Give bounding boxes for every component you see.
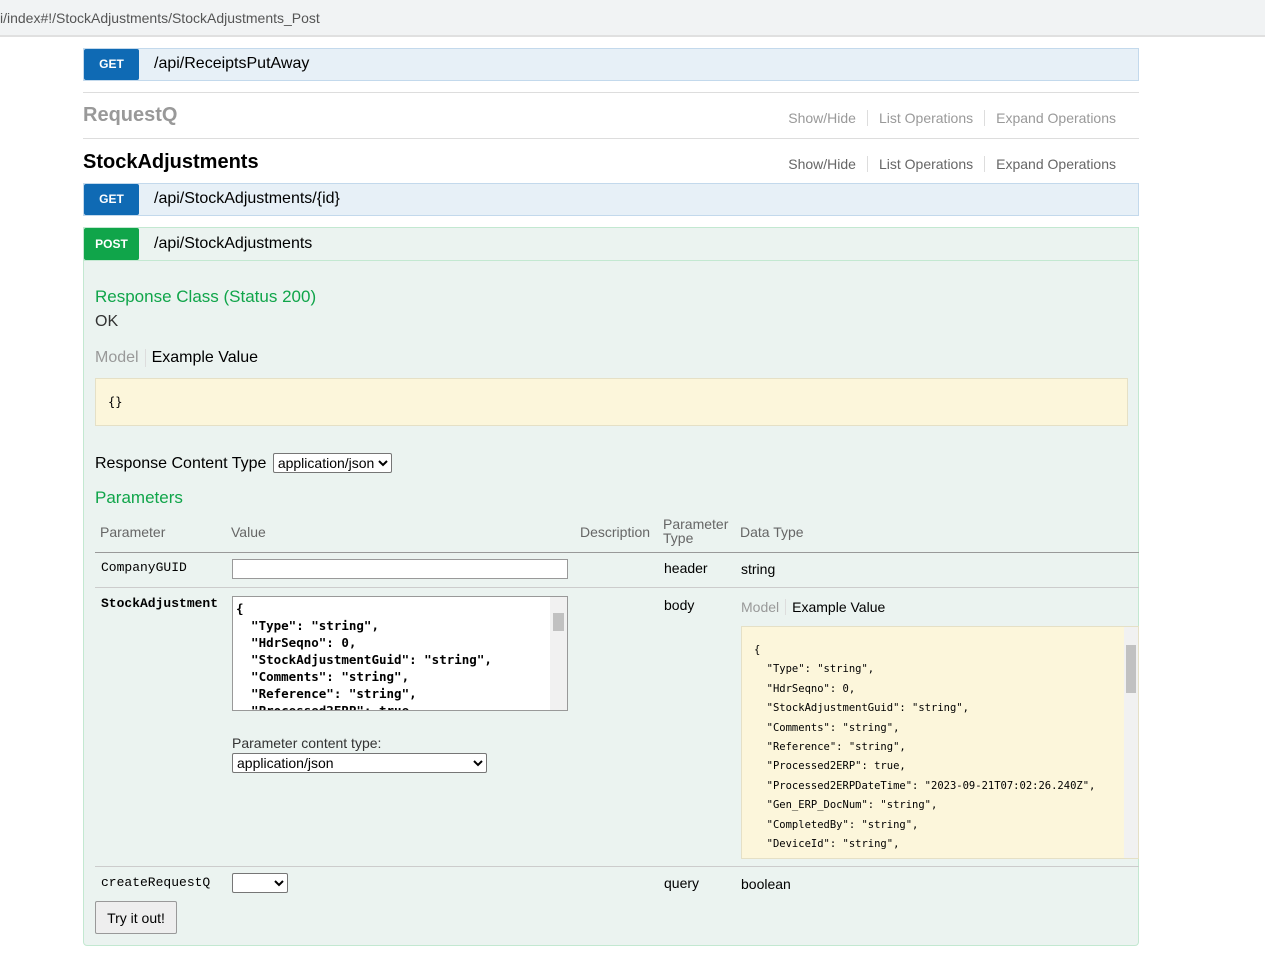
operation-path[interactable]: /api/StockAdjustments: [154, 235, 312, 253]
stockadjustment-body-textarea[interactable]: { "Type": "string", "HdrSeqno": 0, "Stoc…: [232, 596, 568, 711]
response-content-type-row: Response Content Type application/json: [95, 453, 392, 473]
expand-operations-link[interactable]: Expand Operations: [984, 156, 1127, 172]
col-description: Description: [580, 524, 651, 540]
operation-post-stockadjustments: POST /api/StockAdjustments Response Clas…: [83, 227, 1139, 946]
response-content-type-select[interactable]: application/json: [272, 453, 392, 473]
operation-get-receipts-putaway[interactable]: GET /api/ReceiptsPutAway: [83, 48, 1139, 81]
try-it-out-button[interactable]: Try it out!: [95, 901, 177, 934]
textarea-scrollbar[interactable]: [550, 597, 567, 710]
address-bar[interactable]: i/index#!/StockAdjustments/StockAdjustme…: [0, 0, 1265, 37]
operation-get-stockadjustment-id[interactable]: GET /api/StockAdjustments/{id}: [83, 183, 1139, 216]
col-parameter-type: Parameter Type: [663, 516, 729, 546]
scrollbar-thumb[interactable]: [1126, 645, 1136, 693]
list-operations-link[interactable]: List Operations: [866, 110, 984, 126]
example-value-tab[interactable]: Example Value: [146, 349, 258, 367]
expand-operations-link[interactable]: Expand Operations: [984, 110, 1127, 126]
companyguid-input[interactable]: [232, 559, 568, 579]
param-name: CompanyGUID: [101, 560, 187, 575]
section-stockadjustments: StockAdjustments Show/Hide List Operatio…: [83, 138, 1139, 183]
divider: [95, 866, 1139, 867]
model-tab[interactable]: Model: [95, 349, 146, 367]
example-scrollbar[interactable]: [1124, 627, 1138, 858]
response-example-code: {}: [108, 395, 123, 409]
response-class-text: OK: [95, 313, 119, 330]
param-content-type-label: Parameter content type:: [232, 735, 382, 751]
param-data-type: string: [741, 561, 776, 577]
body-example-box[interactable]: { "Type": "string", "HdrSeqno": 0, "Stoc…: [741, 626, 1139, 859]
operation-path[interactable]: /api/StockAdjustments/{id}: [154, 190, 340, 208]
col-value: Value: [231, 524, 266, 540]
operation-header[interactable]: POST /api/StockAdjustments: [84, 228, 1138, 261]
example-value-tab[interactable]: Example Value: [786, 599, 885, 615]
response-class-heading: Response Class (Status 200): [95, 287, 317, 306]
param-content-type-select[interactable]: application/json: [232, 753, 487, 773]
param-type: query: [664, 875, 700, 891]
createrequestq-select[interactable]: [232, 873, 288, 893]
post-badge[interactable]: POST: [84, 228, 139, 260]
body-example-code: { "Type": "string", "HdrSeqno": 0, "Stoc…: [754, 644, 1096, 858]
section-title[interactable]: RequestQ: [83, 104, 177, 127]
get-badge[interactable]: GET: [84, 184, 139, 215]
operation-path[interactable]: /api/ReceiptsPutAway: [154, 55, 309, 73]
url-text: i/index#!/StockAdjustments/StockAdjustme…: [0, 10, 320, 26]
divider: [95, 587, 1139, 588]
col-parameter: Parameter: [100, 524, 166, 540]
parameters-heading: Parameters: [95, 488, 183, 507]
param-name: StockAdjustment: [101, 596, 219, 611]
divider: [95, 552, 1139, 553]
model-tab[interactable]: Model: [741, 599, 787, 615]
section-requestq: RequestQ Show/Hide List Operations Expan…: [83, 92, 1139, 138]
param-type: body: [664, 597, 695, 613]
scrollbar-thumb[interactable]: [553, 613, 564, 631]
response-example-box: {}: [95, 378, 1128, 426]
col-data-type: Data Type: [740, 524, 804, 540]
param-type: header: [664, 560, 708, 576]
param-name: createRequestQ: [101, 875, 211, 890]
body-text: { "Type": "string", "HdrSeqno": 0, "Stoc…: [236, 601, 492, 711]
response-content-type-label: Response Content Type: [95, 455, 267, 472]
get-badge[interactable]: GET: [84, 49, 139, 80]
show-hide-link[interactable]: Show/Hide: [777, 156, 867, 172]
list-operations-link[interactable]: List Operations: [866, 156, 984, 172]
param-data-type: boolean: [741, 876, 791, 892]
section-title[interactable]: StockAdjustments: [83, 151, 259, 174]
show-hide-link[interactable]: Show/Hide: [777, 110, 867, 126]
